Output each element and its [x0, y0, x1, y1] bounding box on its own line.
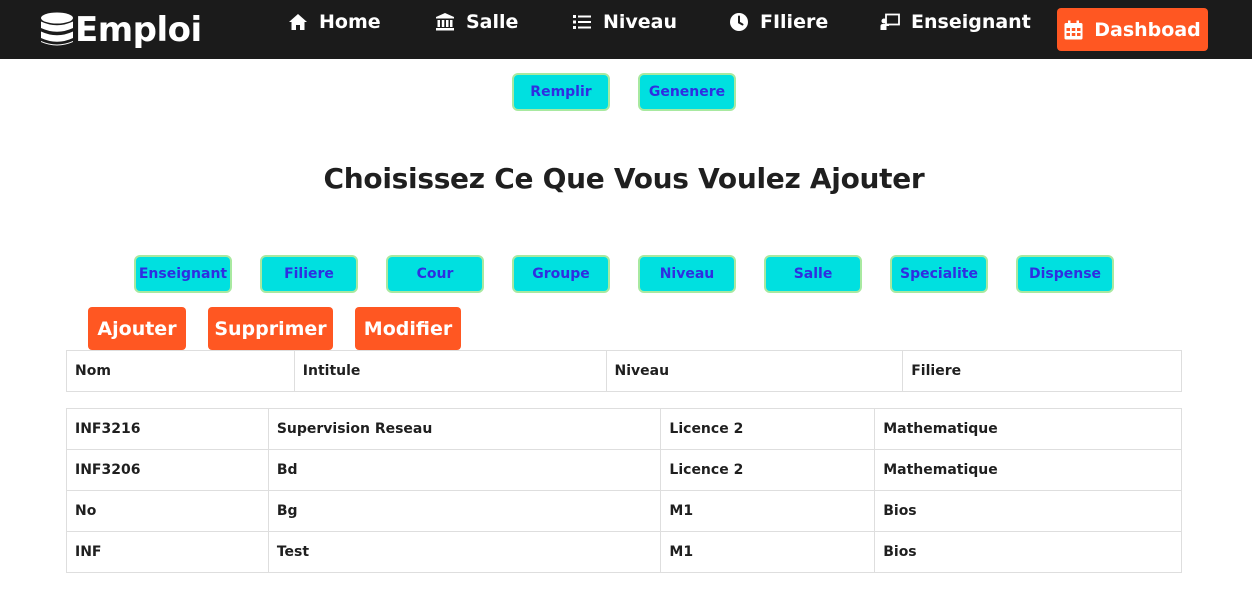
nav-niveau-label: Niveau: [603, 11, 678, 33]
category-groupe-button[interactable]: Groupe: [512, 255, 610, 293]
clock-icon: [730, 13, 748, 31]
database-icon: [41, 12, 73, 46]
table-row[interactable]: INF3216 Supervision Reseau Licence 2 Mat…: [66, 408, 1182, 450]
cell-filiere: Mathematique: [874, 449, 1182, 491]
cell-filiere: Mathematique: [874, 408, 1182, 450]
home-icon: [289, 14, 307, 30]
cell-intitule: Test: [267, 531, 662, 573]
category-enseignant-button[interactable]: Enseignant: [134, 255, 232, 293]
cell-intitule: Bd: [267, 449, 662, 491]
cell-filiere: Bios: [874, 490, 1182, 532]
cell-intitule: Supervision Reseau: [267, 408, 662, 450]
nav-niveau[interactable]: Niveau: [572, 10, 677, 34]
header-nom[interactable]: Nom: [66, 350, 295, 392]
header-row: Nom Intitule Niveau Filiere: [66, 350, 1182, 392]
table-row[interactable]: No Bg M1 Bios: [66, 490, 1182, 532]
cell-filiere: Bios: [874, 531, 1182, 573]
table-row[interactable]: INF Test M1 Bios: [66, 531, 1182, 573]
remplir-button[interactable]: Remplir: [512, 73, 610, 111]
category-specialite-button[interactable]: Specialite: [890, 255, 988, 293]
dashboard-button[interactable]: Dashboad: [1057, 8, 1208, 51]
category-niveau-button[interactable]: Niveau: [638, 255, 736, 293]
cell-nom: No: [66, 490, 269, 532]
list-icon: [573, 15, 591, 29]
nav-salle[interactable]: Salle: [435, 10, 518, 34]
navbar: Emploi Home Salle Niveau FIliere Enseign…: [0, 0, 1252, 59]
cell-niveau: Licence 2: [660, 408, 876, 450]
category-salle-button[interactable]: Salle: [764, 255, 862, 293]
nav-filiere[interactable]: FIliere: [729, 10, 828, 34]
cell-niveau: M1: [660, 531, 876, 573]
nav-home[interactable]: Home: [288, 10, 381, 34]
dashboard-label: Dashboad: [1094, 18, 1201, 41]
chalkboard-teacher-icon: [880, 13, 900, 30]
cell-niveau: Licence 2: [660, 449, 876, 491]
header-niveau[interactable]: Niveau: [605, 350, 904, 392]
nav-home-label: Home: [319, 11, 381, 33]
ajouter-button[interactable]: Ajouter: [88, 307, 186, 350]
header-filiere[interactable]: Filiere: [902, 350, 1182, 392]
cell-niveau: M1: [660, 490, 876, 532]
modifier-button[interactable]: Modifier: [355, 307, 461, 350]
genenere-button[interactable]: Genenere: [638, 73, 736, 111]
nav-salle-label: Salle: [466, 11, 519, 33]
brand[interactable]: Emploi: [40, 10, 202, 50]
page-title: Choisissez Ce Que Vous Voulez Ajouter: [323, 162, 925, 195]
brand-name: Emploi: [75, 10, 202, 50]
data-table: INF3216 Supervision Reseau Licence 2 Mat…: [66, 408, 1182, 573]
nav-enseignant[interactable]: Enseignant: [880, 10, 1031, 34]
nav-filiere-label: FIliere: [760, 11, 829, 33]
cell-intitule: Bg: [267, 490, 662, 532]
cell-nom: INF: [66, 531, 269, 573]
header-intitule[interactable]: Intitule: [293, 350, 607, 392]
institution-icon: [436, 13, 454, 31]
table-header: Nom Intitule Niveau Filiere: [66, 350, 1182, 392]
category-dispense-button[interactable]: Dispense: [1016, 255, 1114, 293]
nav-enseignant-label: Enseignant: [911, 11, 1031, 33]
cell-nom: INF3206: [66, 449, 269, 491]
supprimer-button[interactable]: Supprimer: [208, 307, 333, 350]
category-filiere-button[interactable]: Filiere: [260, 255, 358, 293]
category-cour-button[interactable]: Cour: [386, 255, 484, 293]
table-row[interactable]: INF3206 Bd Licence 2 Mathematique: [66, 449, 1182, 491]
calendar-icon: [1064, 20, 1083, 39]
cell-nom: INF3216: [66, 408, 269, 450]
